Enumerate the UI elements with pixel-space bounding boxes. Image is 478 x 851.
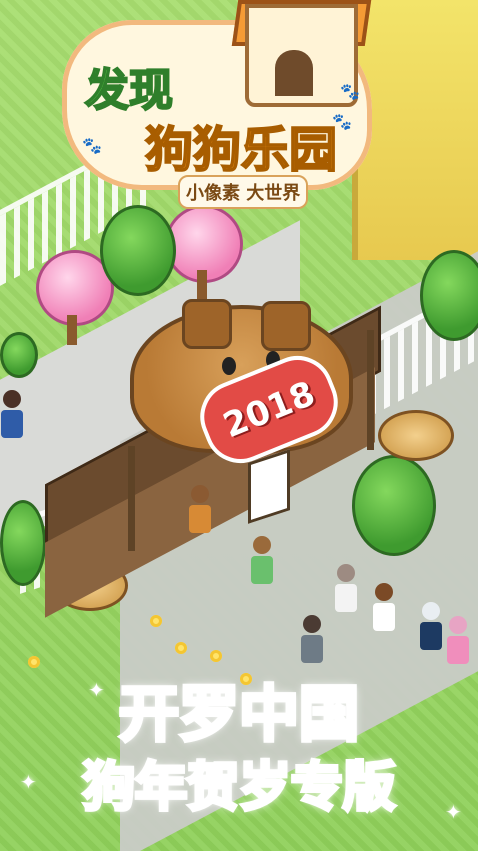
dog-eye-left	[222, 357, 236, 375]
green-tree	[100, 205, 176, 296]
promo-banner-line2: 狗年贺岁专版	[81, 756, 397, 820]
green-bush	[0, 332, 38, 378]
paw-icon: 🐾	[82, 136, 102, 155]
visitor[interactable]	[446, 616, 470, 664]
tree-stump	[378, 410, 454, 461]
visitor[interactable]	[300, 615, 324, 663]
dog-ear-left	[182, 299, 232, 349]
visitor[interactable]	[0, 390, 24, 438]
visitor[interactable]	[250, 536, 274, 584]
dog-ear-right	[261, 301, 311, 351]
visitor[interactable]	[419, 602, 443, 650]
paw-icon: 🐾	[340, 82, 360, 101]
visitor[interactable]	[334, 564, 358, 612]
promo-banner-line1: 开罗中国	[117, 678, 361, 752]
doghouse-door	[275, 50, 313, 96]
flower	[175, 642, 187, 654]
green-tree	[0, 500, 46, 586]
tree-trunk	[197, 270, 207, 300]
lamp-post	[128, 446, 135, 551]
logo-title-line1: 发现	[84, 64, 174, 117]
visitor[interactable]	[188, 485, 212, 533]
logo-title-line2: 狗狗乐园	[144, 121, 338, 179]
lamp-post	[367, 330, 374, 450]
visitor[interactable]	[372, 583, 396, 631]
flower	[150, 615, 162, 627]
flower	[210, 650, 222, 662]
tree-trunk	[67, 315, 77, 345]
logo-subtitle: 小像素 大世界	[178, 175, 309, 209]
game-scene: 2018 🐾 🐾 🐾 发现 狗狗乐园 小像素 大世界 ✦ ✦ ✦ ✦ 开罗中国 …	[0, 0, 478, 851]
